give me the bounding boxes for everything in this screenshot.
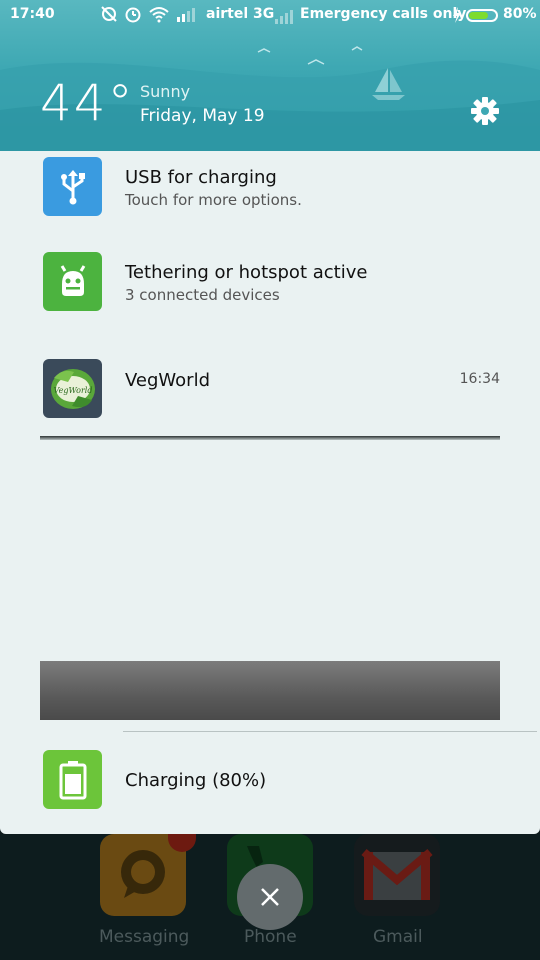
content-image-strip	[40, 661, 500, 720]
weather-temperature[interactable]: 44°	[40, 74, 135, 132]
charging-bolt-icon	[453, 7, 461, 23]
battery-indicator	[452, 7, 498, 23]
sync-off-icon	[101, 6, 117, 22]
status-icons	[100, 5, 196, 23]
signal-icon	[177, 8, 195, 22]
notification-title: VegWorld	[125, 370, 210, 391]
notification-subtitle: Touch for more options.	[125, 191, 302, 209]
alarm-icon	[125, 7, 141, 23]
notification-panel: USB for charging Touch for more options.…	[0, 151, 540, 834]
battery-level-fill	[469, 11, 488, 19]
status-time: 17:40	[10, 6, 55, 22]
weather-date: Friday, May 19	[140, 106, 265, 126]
battery-percent: 80%	[503, 6, 537, 22]
android-icon	[43, 252, 102, 311]
notification-subtitle: 3 connected devices	[125, 286, 280, 304]
notification-usb[interactable]: USB for charging Touch for more options.	[0, 151, 540, 246]
wifi-icon	[149, 7, 169, 23]
battery-charging-icon	[43, 750, 102, 809]
settings-gear-icon[interactable]	[469, 95, 501, 127]
weather-condition: Sunny	[140, 82, 191, 101]
notification-title: Tethering or hotspot active	[125, 262, 368, 283]
notification-charging[interactable]: Charging (80%)	[0, 736, 540, 834]
divider	[123, 731, 537, 732]
close-icon	[261, 888, 279, 906]
usb-icon	[43, 157, 102, 216]
expanded-notification-content[interactable]	[40, 436, 500, 720]
emergency-calls-text: Emergency calls only	[300, 6, 467, 22]
dock-label-gmail: Gmail	[373, 927, 423, 947]
dock-label-phone: Phone	[244, 927, 297, 947]
notification-header: 17:40 airtel 3G Emergency calls only 80%…	[0, 0, 540, 151]
vegworld-logo-text: VegWorld	[53, 386, 92, 395]
carrier-name: airtel 3G	[206, 6, 275, 22]
signal-weak-icon	[275, 10, 293, 24]
notification-time: 16:34	[459, 371, 500, 387]
status-bar: 17:40 airtel 3G Emergency calls only 80%	[0, 0, 540, 30]
notification-vegworld[interactable]: VegWorld VegWorld 16:34	[0, 341, 540, 436]
notification-tethering[interactable]: Tethering or hotspot active 3 connected …	[0, 246, 540, 341]
content-top-edge	[40, 436, 500, 440]
battery-icon	[466, 8, 498, 22]
notification-title: Charging (80%)	[125, 770, 267, 791]
notification-title: USB for charging	[125, 167, 277, 188]
dock-label-messaging: Messaging	[99, 927, 190, 947]
gmail-icon[interactable]	[354, 834, 440, 916]
clear-notifications-button[interactable]	[237, 864, 303, 930]
vegworld-app-icon: VegWorld	[43, 359, 102, 418]
